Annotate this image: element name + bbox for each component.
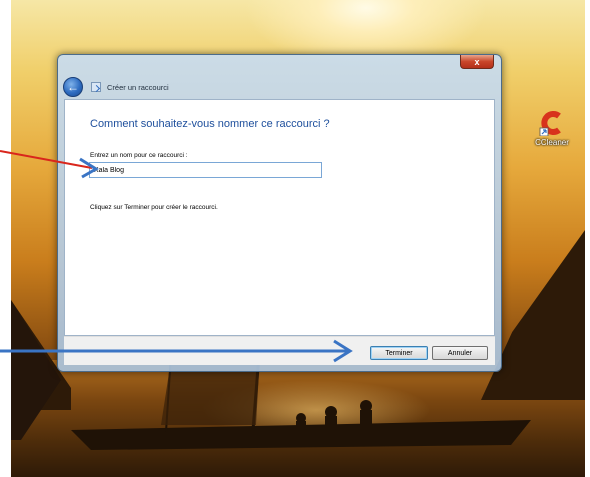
ccleaner-shortcut-icon (539, 110, 565, 137)
back-button[interactable]: ← (63, 77, 83, 97)
create-shortcut-window: x ← Créer un raccourci Comment souhaitez… (57, 54, 502, 372)
instruction-text: Cliquez sur Terminer pour créer le racco… (90, 204, 218, 211)
wizard-titlebar: ← Créer un raccourci (63, 75, 169, 99)
page-heading: Comment souhaitez-vous nommer ce raccour… (90, 118, 330, 130)
shortcut-name-label: Entrez un nom pour ce raccourci : (90, 152, 188, 159)
shortcut-name-input[interactable] (89, 162, 322, 178)
cancel-button[interactable]: Annuler (432, 346, 488, 360)
finish-button[interactable]: Terminer (370, 346, 428, 360)
window-title: Créer un raccourci (107, 82, 169, 92)
wizard-content: Comment souhaitez-vous nommer ce raccour… (64, 99, 495, 336)
desktop-shortcut[interactable]: CCleaner (529, 110, 575, 147)
wizard-footer: Terminer Annuler (64, 336, 495, 365)
close-button[interactable]: x (460, 55, 494, 69)
desktop-shortcut-label: CCleaner (535, 138, 569, 147)
close-icon: x (474, 56, 480, 67)
back-arrow-icon: ← (67, 80, 79, 94)
shortcut-icon (91, 82, 101, 92)
